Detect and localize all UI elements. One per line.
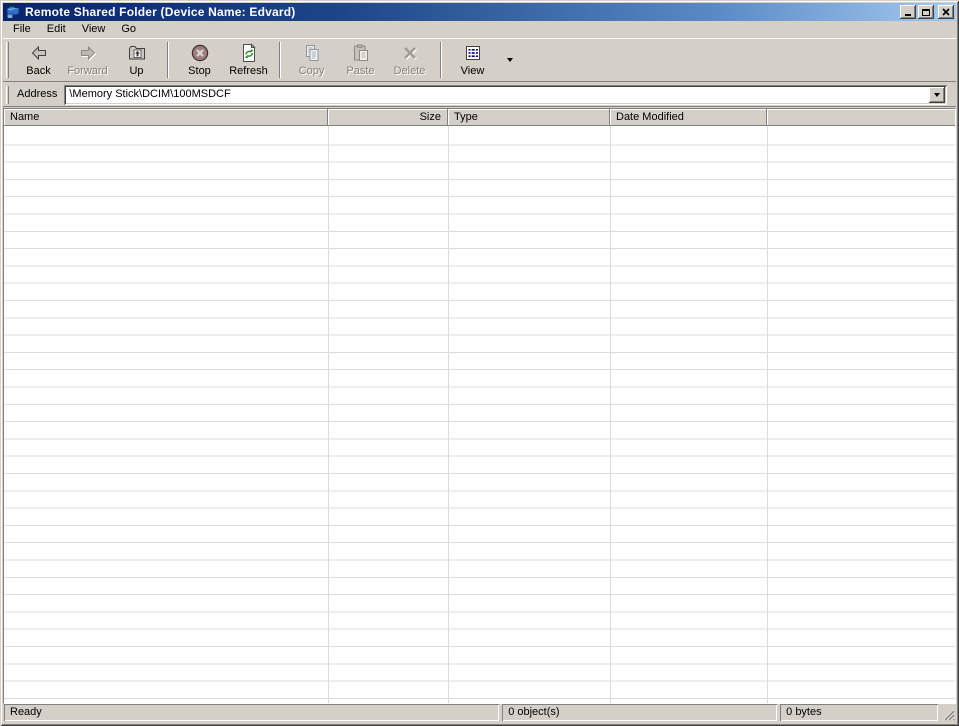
view-button[interactable]: View [448,41,497,79]
refresh-button[interactable]: Refresh [224,41,273,79]
column-header-type[interactable]: Type [448,109,610,126]
chevron-down-icon [507,57,513,62]
address-combobox [64,84,947,105]
close-button[interactable] [938,5,954,19]
minimize-button[interactable] [900,5,916,19]
toolbar-separator [440,41,442,78]
back-button[interactable]: Back [14,41,63,79]
address-bar-grip[interactable] [6,85,9,104]
paste-icon [353,43,368,61]
status-bar-end [941,704,955,721]
delete-button[interactable]: Delete [385,41,434,79]
shared-folder-icon [6,6,20,19]
status-total-size: 0 bytes [780,704,938,721]
menu-file[interactable]: File [5,21,39,38]
column-header-name[interactable]: Name [4,109,328,126]
minimize-icon [905,14,911,16]
copy-label: Copy [298,64,325,77]
toolbar: Back Forward Up Stop Refresh Copy Paste … [3,38,956,82]
address-dropdown-button[interactable] [929,86,945,103]
resize-grip-icon[interactable] [941,707,955,721]
toolbar-separator [279,41,281,78]
menu-view[interactable]: View [74,21,114,38]
folder-up-icon [128,45,145,59]
maximize-button[interactable] [918,5,934,19]
window-controls [898,5,954,19]
paste-button[interactable]: Paste [336,41,385,79]
copy-button[interactable]: Copy [287,41,336,79]
app-window: Remote Shared Folder (Device Name: Edvar… [0,0,959,726]
menu-bar: File Edit View Go [3,21,956,38]
stop-button[interactable]: Stop [175,41,224,79]
forward-arrow-icon [80,45,96,61]
address-input[interactable] [66,87,929,102]
column-header-size[interactable]: Size [328,109,448,126]
refresh-icon [242,42,256,62]
column-headers: Name Size Type Date Modified [4,109,955,126]
up-label: Up [129,64,144,77]
paste-label: Paste [346,64,375,77]
view-dropdown-button[interactable] [502,41,518,79]
view-label: View [460,64,485,77]
title-bar[interactable]: Remote Shared Folder (Device Name: Edvar… [3,3,956,21]
file-list-view: Name Size Type Date Modified [3,108,956,704]
copy-icon [305,44,318,61]
app-icon[interactable] [5,4,21,20]
delete-label: Delete [393,64,426,77]
status-text: Ready [4,704,499,721]
refresh-label: Refresh [229,64,268,77]
file-list-body[interactable] [4,126,955,703]
back-arrow-icon [31,45,46,60]
stop-icon [191,44,208,61]
address-label: Address [17,88,58,100]
forward-label: Forward [67,64,108,77]
window-title: Remote Shared Folder (Device Name: Edvar… [25,4,296,19]
toolbar-grip[interactable] [6,41,9,78]
forward-button[interactable]: Forward [63,41,112,79]
status-object-count: 0 object(s) [502,704,777,721]
address-bar: Address [3,83,956,107]
delete-x-icon [403,46,417,60]
status-bar: Ready 0 object(s) 0 bytes [3,702,956,723]
toolbar-separator [167,41,169,78]
column-header-date-modified[interactable]: Date Modified [610,109,767,126]
maximize-icon [922,8,930,16]
menu-go[interactable]: Go [113,21,144,38]
menu-edit[interactable]: Edit [39,21,74,38]
stop-label: Stop [188,64,211,77]
close-icon [942,8,950,16]
column-header-filler [767,109,955,126]
back-label: Back [26,64,51,77]
view-list-icon [465,45,480,60]
up-button[interactable]: Up [112,41,161,79]
chevron-down-icon [934,92,940,97]
